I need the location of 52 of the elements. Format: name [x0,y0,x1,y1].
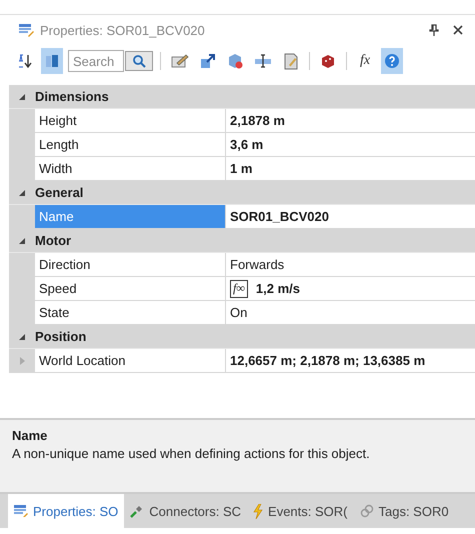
property-value[interactable]: On [230,305,248,320]
category-header[interactable]: Motor [9,229,475,253]
text-cursor-icon [254,53,272,69]
property-value[interactable]: 3,6 m [230,137,264,152]
property-value[interactable]: 1 m [230,161,252,176]
document-icon [283,52,299,70]
help-icon [384,53,400,69]
expander-icon[interactable] [19,334,25,340]
panel-tab[interactable]: Tags: SOR0 [354,494,455,528]
panel-tab[interactable]: Connectors: SC [124,494,248,528]
property-name[interactable]: Length [35,133,226,156]
columns-icon [44,53,60,69]
plug-icon [130,504,144,518]
panel-tab[interactable]: Properties: SO [8,494,124,528]
property-name[interactable]: Direction [35,253,226,276]
expander-icon[interactable] [19,238,25,244]
properties-icon [18,23,34,37]
property-value[interactable]: SOR01_BCV020 [230,209,329,224]
lightning-icon [253,504,264,518]
property-value[interactable]: 1,2 m/s [256,281,300,296]
expander-icon[interactable] [19,94,25,100]
property-name[interactable]: Speed [35,277,226,300]
property-name[interactable]: State [35,301,226,324]
search-button[interactable] [125,51,153,71]
expander-icon[interactable] [19,190,25,196]
formula-button[interactable]: fx [354,48,376,74]
category-header[interactable]: General [9,181,475,205]
formula-button[interactable]: f∞ [230,280,248,298]
link-icon [360,504,374,518]
description-text: A non-unique name used when defining actions for this object. [12,446,371,461]
edit-icon [171,53,189,69]
cube-icon [227,53,243,69]
search-field[interactable]: Search [68,50,124,72]
search-icon [132,54,146,68]
pin-icon[interactable] [429,24,439,36]
arrow-icon [200,53,216,69]
sort-icon [18,53,32,69]
property-name[interactable]: Height [35,109,226,132]
property-name[interactable]: Width [35,157,226,180]
property-name[interactable]: World Location [35,349,226,372]
category-header[interactable]: Dimensions [9,85,475,109]
description-title: Name [12,428,48,443]
close-icon[interactable] [453,25,463,35]
properties-icon [14,505,28,517]
category-header[interactable]: Position [9,325,475,349]
property-value[interactable]: 12,6657 m; 2,1878 m; 13,6385 m [230,353,426,368]
property-value[interactable]: 2,1878 m [230,113,285,128]
dice-icon [320,53,336,69]
panel-tab[interactable]: Events: SOR( [247,494,354,528]
help-button[interactable] [381,48,403,74]
property-value[interactable]: Forwards [230,257,284,272]
panel-title: Properties: SOR01_BCV020 [40,22,205,38]
